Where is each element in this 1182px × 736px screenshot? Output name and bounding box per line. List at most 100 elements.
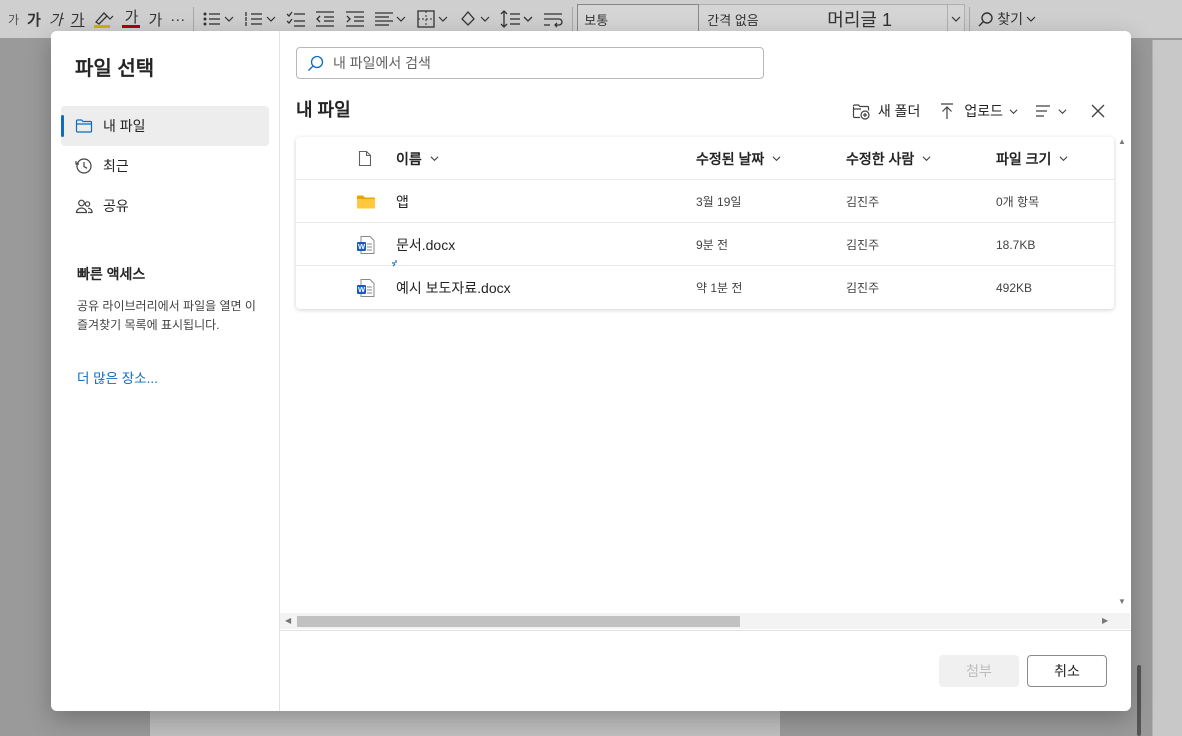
sidebar-item-my-files[interactable]: 내 파일 [61, 106, 269, 146]
clear-format-button[interactable]: 가 [144, 5, 166, 33]
sidebar-item-label: 내 파일 [103, 118, 146, 134]
text-wrap-icon[interactable] [538, 5, 568, 33]
upload-button[interactable]: 업로드 [938, 99, 1018, 123]
sidebar-item-recent[interactable]: 최근 [61, 146, 269, 186]
horizontal-scrollbar[interactable]: ◀ ▶ [280, 613, 1130, 629]
file-picker-dialog: 파일 선택 내 파일 최근 공유 빠른 액세스 공유 라이브러리에서 파일을 열… [51, 31, 1131, 711]
find-button[interactable]: 찾기 [974, 5, 1040, 33]
decrease-indent-icon[interactable] [310, 5, 340, 33]
close-icon [1091, 104, 1105, 118]
file-size: 492KB [996, 280, 1033, 295]
borders-icon[interactable] [412, 5, 454, 33]
table-row[interactable]: W 문서.docx 9분 전 김진주 18.7KB [296, 223, 1114, 266]
styles-expand-button[interactable] [947, 4, 966, 34]
sort-icon [1036, 105, 1050, 117]
file-modified-by: 김진주 [846, 238, 880, 252]
font-color-button[interactable]: 가 [118, 5, 144, 33]
column-header-size[interactable]: 파일 크기 [996, 137, 1068, 180]
more-places-link[interactable]: 더 많은 장소... [77, 367, 158, 387]
chevron-down-icon [430, 156, 439, 162]
checklist-icon[interactable] [282, 5, 310, 33]
column-name-label: 이름 [396, 150, 422, 167]
document-scrollbar[interactable] [1137, 665, 1141, 736]
table-row[interactable]: W 예시 보도자료.docx 약 1분 전 김진주 492KB [296, 260, 1114, 309]
sidebar-item-shared[interactable]: 공유 [61, 186, 269, 226]
chevron-down-icon [1059, 156, 1068, 162]
sidebar-item-label: 최근 [103, 158, 129, 174]
sort-view-button[interactable] [1034, 99, 1067, 123]
chevron-down-icon [1058, 108, 1067, 114]
chevron-down-icon [1009, 108, 1018, 114]
sidebar-item-label: 공유 [103, 198, 129, 214]
file-modified: 9분 전 [696, 238, 729, 252]
search-icon [978, 12, 993, 27]
file-size: 0개 항목 [996, 195, 1040, 209]
upload-icon [941, 103, 954, 119]
style-no-spacing[interactable]: 간격 없음 [699, 4, 820, 34]
font-color-swatch [122, 24, 141, 28]
ribbon-divider [969, 7, 971, 31]
search-box[interactable] [296, 47, 764, 79]
file-name: 앱 [396, 193, 409, 210]
line-spacing-icon[interactable] [496, 5, 538, 33]
column-modified-by-label: 수정한 사람 [846, 150, 915, 167]
file-name: 예시 보도자료.docx [396, 279, 511, 296]
underline-button[interactable]: 가 [67, 5, 89, 33]
search-input[interactable] [333, 55, 733, 71]
highlight-icon[interactable] [88, 5, 118, 33]
word-doc-icon: W [356, 266, 376, 309]
attach-button[interactable]: 첨부 [939, 655, 1019, 687]
font-color-label: 가 [124, 8, 139, 26]
scroll-down-icon[interactable]: ▼ [1118, 597, 1126, 606]
italic-button[interactable]: 가 [45, 5, 67, 33]
scroll-left-icon[interactable]: ◀ [285, 616, 291, 625]
cancel-button[interactable]: 취소 [1027, 655, 1107, 687]
dialog-title: 파일 선택 [75, 58, 155, 80]
quick-access-title: 빠른 액세스 [77, 266, 146, 282]
close-button[interactable] [1089, 99, 1107, 123]
ribbon-divider [193, 7, 195, 31]
column-size-label: 파일 크기 [996, 150, 1052, 167]
sidebar-nav: 내 파일 최근 공유 [61, 106, 269, 226]
new-folder-button[interactable]: 새 폴더 [852, 99, 921, 123]
shading-icon[interactable] [454, 5, 496, 33]
file-type-header[interactable] [358, 137, 372, 180]
more-options-button[interactable]: ··· [166, 5, 189, 33]
scroll-up-icon[interactable]: ▲ [1118, 137, 1126, 146]
add-folder-icon [852, 104, 870, 120]
word-doc-icon: W [356, 223, 376, 266]
footer-divider [280, 630, 1131, 631]
column-header-modified[interactable]: 수정된 날짜 [696, 137, 781, 180]
horizontal-scroll-thumb[interactable] [297, 616, 740, 627]
svg-text:W: W [358, 285, 366, 294]
vertical-scrollbar[interactable]: ▲ ▼ [1114, 137, 1130, 612]
align-icon[interactable] [370, 5, 412, 33]
file-modified-by: 김진주 [846, 195, 880, 209]
search-icon [308, 55, 324, 71]
file-modified-by: 김진주 [846, 281, 880, 295]
page-title: 내 파일 [296, 100, 351, 120]
table-row[interactable]: 앱 3월 19일 김진주 0개 항목 [296, 180, 1114, 223]
increase-indent-icon[interactable] [340, 5, 370, 33]
table-header: 이름 수정된 날짜 수정한 사람 파일 크기 [296, 137, 1114, 180]
people-icon [75, 199, 93, 214]
svg-text:W: W [358, 242, 366, 251]
history-icon [75, 158, 92, 174]
file-size: 18.7KB [996, 237, 1036, 252]
chevron-down-icon [922, 156, 931, 162]
bullets-icon[interactable] [198, 5, 240, 33]
column-header-modified-by[interactable]: 수정한 사람 [846, 137, 931, 180]
font-size-button[interactable]: 가 [0, 5, 23, 33]
bold-button[interactable]: 가 [23, 5, 45, 33]
scroll-right-icon[interactable]: ▶ [1102, 616, 1108, 625]
numbering-icon[interactable] [240, 5, 282, 33]
file-modified: 3월 19일 [696, 195, 742, 209]
folder-icon [75, 119, 93, 133]
style-heading-1[interactable]: 머리글 1 [819, 4, 948, 34]
style-normal[interactable]: 보통 [577, 4, 700, 34]
quick-access-description: 공유 라이브러리에서 파일을 열면 이 즐겨찾기 목록에 표시됩니다. [77, 299, 256, 332]
column-header-name[interactable]: 이름 [396, 137, 439, 180]
new-folder-label: 새 폴더 [877, 103, 921, 119]
side-panel [1152, 40, 1182, 736]
chevron-down-icon [772, 156, 781, 162]
